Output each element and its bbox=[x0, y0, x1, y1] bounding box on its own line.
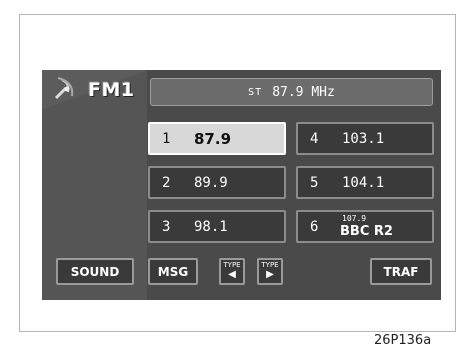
preset-2-button[interactable]: 2 89.9 bbox=[148, 166, 286, 199]
preset-5-button[interactable]: 5 104.1 bbox=[296, 166, 434, 199]
radio-screen: FM1 ST 87.9 MHz 1 87.9 2 89.9 3 98.1 4 1… bbox=[42, 70, 441, 300]
preset-number: 1 bbox=[162, 131, 171, 147]
preset-frequency: 89.9 bbox=[194, 175, 228, 191]
preset-frequency: 107.9 bbox=[342, 214, 367, 223]
preset-6-button[interactable]: 6 107.9 BBC R2 bbox=[296, 210, 434, 243]
preset-1-button[interactable]: 1 87.9 bbox=[148, 122, 286, 155]
preset-number: 6 bbox=[310, 219, 319, 235]
preset-4-button[interactable]: 4 103.1 bbox=[296, 122, 434, 155]
current-frequency: 87.9 MHz bbox=[272, 84, 335, 100]
msg-button[interactable]: MSG bbox=[148, 258, 198, 285]
arrow-left-icon: ◀ bbox=[228, 269, 236, 280]
preset-3-button[interactable]: 3 98.1 bbox=[148, 210, 286, 243]
preset-station-name: BBC R2 bbox=[340, 224, 393, 239]
preset-frequency: 104.1 bbox=[342, 175, 385, 191]
figure-caption: 26P136a bbox=[374, 333, 432, 348]
type-prev-button[interactable]: TYPE ◀ bbox=[219, 258, 245, 285]
preset-number: 3 bbox=[162, 219, 171, 235]
arrow-right-icon: ▶ bbox=[266, 269, 274, 280]
traf-button[interactable]: TRAF bbox=[370, 258, 432, 285]
preset-number: 4 bbox=[310, 131, 319, 147]
type-label: TYPE bbox=[261, 261, 279, 269]
sound-button[interactable]: SOUND bbox=[56, 258, 134, 285]
type-label: TYPE bbox=[223, 261, 241, 269]
preset-frequency: 87.9 bbox=[194, 130, 232, 148]
preset-number: 5 bbox=[310, 175, 319, 191]
band-label: FM1 bbox=[88, 79, 135, 101]
band-logo: FM1 bbox=[48, 74, 144, 106]
radio-wave-icon bbox=[54, 77, 74, 100]
preset-number: 2 bbox=[162, 175, 171, 191]
frequency-display: ST 87.9 MHz bbox=[150, 78, 433, 106]
type-next-button[interactable]: TYPE ▶ bbox=[257, 258, 283, 285]
preset-frequency: 103.1 bbox=[342, 131, 385, 147]
preset-frequency: 98.1 bbox=[194, 219, 228, 235]
stereo-indicator: ST bbox=[248, 86, 263, 98]
